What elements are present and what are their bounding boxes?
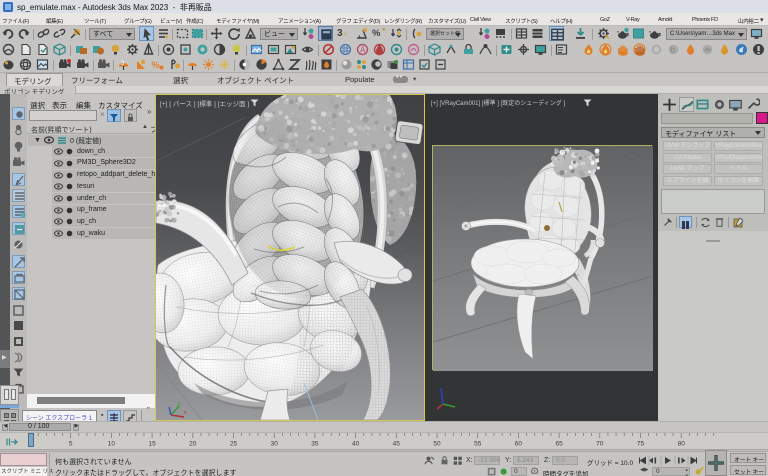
svg-text:40: 40 [352,441,360,448]
svg-text:15: 15 [148,441,156,448]
svg-text:30: 30 [271,441,279,448]
svg-text:5: 5 [69,441,73,448]
svg-text:25: 25 [230,441,238,448]
svg-text:50: 50 [433,441,441,448]
svg-text:80: 80 [678,441,686,448]
svg-text:70: 70 [596,441,604,448]
svg-text:20: 20 [189,441,197,448]
svg-text:%: % [152,60,160,70]
svg-text:A: A [360,45,366,54]
svg-text:b: b [671,45,676,54]
svg-text:75: 75 [637,441,645,448]
svg-text:55: 55 [474,441,482,448]
svg-text:35: 35 [311,441,319,448]
svg-text:60: 60 [515,441,523,448]
svg-text:45: 45 [393,441,401,448]
svg-text:y: y [178,401,181,407]
svg-text:65: 65 [555,441,563,448]
svg-text:10: 10 [108,441,116,448]
svg-text:x: x [184,410,187,416]
